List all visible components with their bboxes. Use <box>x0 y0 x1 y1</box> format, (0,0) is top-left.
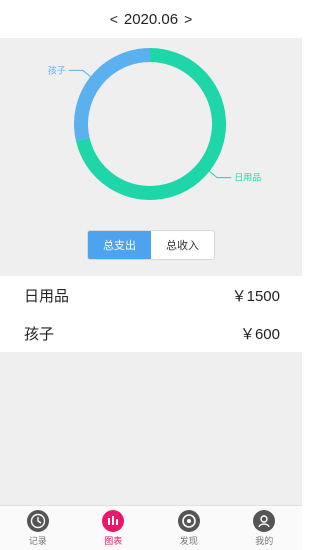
list-item[interactable]: 日用品 ￥1500 <box>0 276 302 314</box>
category-name: 日用品 <box>24 287 70 305</box>
period-label: 2020.06 <box>123 10 179 28</box>
chart-area: 日用品 孩子 总支出 总收入 <box>0 38 302 276</box>
category-amount: ￥1500 <box>231 287 280 305</box>
clock-icon <box>26 509 49 532</box>
tab-expense[interactable]: 总支出 <box>88 231 151 259</box>
prev-month-button[interactable]: < <box>110 11 118 27</box>
tab-record[interactable]: 记录 <box>0 506 76 550</box>
tab-label: 我的 <box>255 535 274 546</box>
category-amount: ￥600 <box>239 325 280 343</box>
tab-chart[interactable]: 图表 <box>76 506 152 550</box>
category-list: 日用品 ￥1500 孩子 ￥600 <box>0 276 302 352</box>
tab-income[interactable]: 总收入 <box>151 231 214 259</box>
compass-icon <box>177 509 200 532</box>
slice-label: 日用品 <box>234 173 261 183</box>
list-item[interactable]: 孩子 ￥600 <box>0 314 302 352</box>
donut-slice <box>74 48 151 141</box>
leader-line <box>68 69 91 78</box>
month-header: < 2020.06 > <box>0 0 302 38</box>
empty-area <box>0 352 302 505</box>
tab-me[interactable]: 我的 <box>227 506 303 550</box>
bottom-tab-bar: 记录 图表 发现 我的 <box>0 505 302 550</box>
tab-label: 记录 <box>28 535 47 546</box>
slice-label: 孩子 <box>48 64 66 75</box>
user-icon <box>253 509 276 532</box>
tab-label: 图表 <box>104 535 123 546</box>
category-name: 孩子 <box>24 325 55 343</box>
tab-discover[interactable]: 发现 <box>151 506 227 550</box>
next-month-button[interactable]: > <box>184 11 192 27</box>
bar-chart-icon <box>102 509 125 532</box>
leader-line <box>209 170 232 179</box>
tab-label: 发现 <box>179 535 198 546</box>
type-toggle: 总支出 总收入 <box>87 230 215 260</box>
